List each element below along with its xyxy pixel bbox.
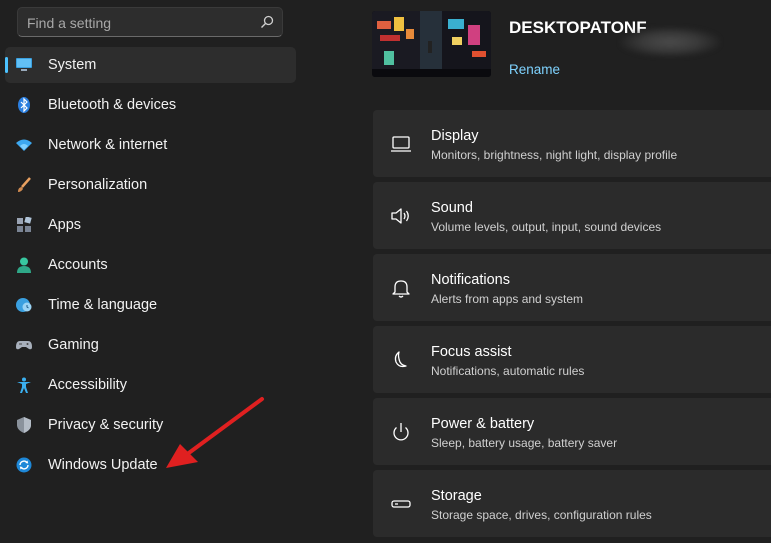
redaction-blur — [620, 27, 720, 57]
sidebar-item-privacy-security[interactable]: Privacy & security — [5, 407, 296, 443]
sidebar-item-label: Apps — [48, 217, 82, 233]
sidebar-item-label: Accounts — [48, 257, 108, 273]
sidebar-item-system[interactable]: System — [5, 47, 296, 83]
device-wallpaper-thumbnail — [372, 11, 491, 77]
card-title: Display — [431, 128, 479, 144]
sidebar-nav: System Bluetooth & devices Network & int… — [5, 47, 296, 487]
card-title: Sound — [431, 200, 473, 216]
sidebar-item-gaming[interactable]: Gaming — [5, 327, 296, 363]
sidebar-item-accessibility[interactable]: Accessibility — [5, 367, 296, 403]
sidebar-item-windows-update[interactable]: Windows Update — [5, 447, 296, 483]
search-box[interactable] — [17, 7, 283, 38]
wifi-icon — [16, 139, 32, 151]
card-title: Power & battery — [431, 416, 535, 432]
sidebar-item-label: Gaming — [48, 337, 99, 353]
person-icon — [17, 257, 31, 273]
card-subtitle: Notifications, automatic rules — [431, 364, 585, 378]
sidebar-item-label: Accessibility — [48, 377, 127, 393]
card-subtitle: Volume levels, output, input, sound devi… — [431, 220, 662, 234]
sidebar-item-label: Privacy & security — [48, 417, 164, 433]
card-storage[interactable]: Storage Storage space, drives, configura… — [373, 470, 771, 537]
speaker-icon — [391, 208, 409, 224]
apps-icon — [17, 217, 32, 232]
sidebar-item-time-language[interactable]: Time & language — [5, 287, 296, 323]
sidebar-item-label: Network & internet — [48, 137, 168, 153]
monitor-icon — [16, 58, 32, 71]
sidebar-item-apps[interactable]: Apps — [5, 207, 296, 243]
card-subtitle: Sleep, battery usage, battery saver — [431, 436, 618, 450]
search-input[interactable] — [18, 8, 259, 38]
sidebar-item-bluetooth[interactable]: Bluetooth & devices — [5, 87, 296, 123]
sidebar-item-label: System — [48, 57, 97, 73]
card-subtitle: Alerts from apps and system — [431, 292, 584, 306]
sidebar-item-label: Bluetooth & devices — [48, 97, 177, 113]
drive-icon — [391, 500, 411, 508]
settings-cards: Display Monitors, brightness, night ligh… — [373, 110, 771, 542]
card-display[interactable]: Display Monitors, brightness, night ligh… — [373, 110, 771, 177]
sidebar-item-personalization[interactable]: Personalization — [5, 167, 296, 203]
sidebar-item-network[interactable]: Network & internet — [5, 127, 296, 163]
sidebar-item-label: Windows Update — [48, 457, 158, 473]
accessibility-icon — [17, 377, 31, 393]
gamepad-icon — [16, 341, 32, 350]
sidebar: System Bluetooth & devices Network & int… — [0, 0, 310, 543]
card-subtitle: Monitors, brightness, night light, displ… — [431, 148, 678, 162]
card-focus-assist[interactable]: Focus assist Notifications, automatic ru… — [373, 326, 771, 393]
card-title: Notifications — [431, 272, 510, 288]
search-icon[interactable] — [260, 15, 274, 29]
power-icon — [393, 423, 409, 441]
card-subtitle: Storage space, drives, configuration rul… — [431, 508, 652, 522]
bluetooth-icon — [18, 97, 30, 113]
card-power-battery[interactable]: Power & battery Sleep, battery usage, ba… — [373, 398, 771, 465]
wallpaper-image — [372, 11, 491, 77]
sidebar-item-accounts[interactable]: Accounts — [5, 247, 296, 283]
bell-icon — [392, 280, 410, 298]
card-sound[interactable]: Sound Volume levels, output, input, soun… — [373, 182, 771, 249]
sidebar-item-label: Time & language — [48, 297, 158, 313]
brush-icon — [18, 177, 31, 192]
card-notifications[interactable]: Notifications Alerts from apps and syste… — [373, 254, 771, 321]
card-title: Storage — [431, 488, 482, 504]
sidebar-item-label: Personalization — [48, 177, 148, 193]
rename-link[interactable]: Rename — [509, 62, 560, 77]
update-icon — [16, 457, 32, 473]
card-title: Focus assist — [431, 344, 512, 360]
shield-icon — [17, 417, 31, 433]
laptop-icon — [391, 136, 411, 152]
globe-clock-icon — [16, 298, 32, 312]
moon-icon — [394, 351, 407, 368]
